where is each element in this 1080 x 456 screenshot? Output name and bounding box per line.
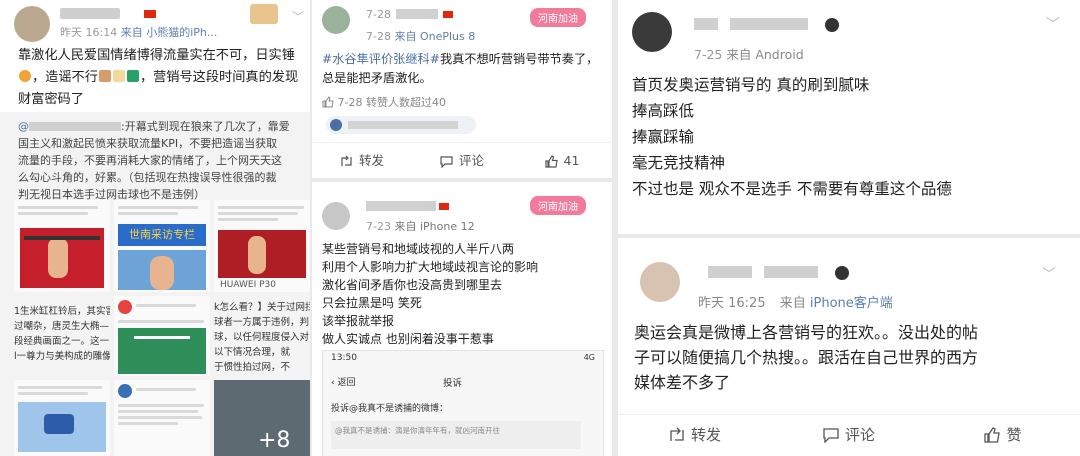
tile-caption: HUAWEI P30	[220, 280, 276, 290]
quoted-post[interactable]: @:开幕式到现在狼来了几次了，靠爱 国主义和激起民愤来获取流量KPI，不要把造谣…	[0, 112, 310, 456]
post-source[interactable]: iPhone客户端	[810, 296, 893, 311]
location-icon	[330, 119, 342, 131]
emoji-icon	[112, 70, 125, 82]
post-time: 7-28	[366, 8, 391, 21]
post-source-line: 7-23 来自 iPhone 12	[366, 218, 475, 234]
badge: 河南加油	[530, 8, 586, 27]
post-meta: 7-28	[366, 8, 454, 21]
location-chip[interactable]	[326, 116, 476, 134]
like-icon	[322, 96, 334, 108]
post-text: 首页发奥运营销号的 真的刷到腻味 捧高踩低 捧赢踩输 毫无竞技精神 不过也是 观…	[632, 76, 952, 198]
post-text-line: ，造谣不行 ，营销号这段时间真的发现	[18, 67, 308, 89]
post-card-3: 7-23 来自 iPhone 12 河南加油 某些营销号和地域歧视的人半斤八两 …	[312, 182, 612, 456]
phone-status: 4G	[583, 353, 595, 362]
phone-title: 投诉	[443, 378, 463, 389]
like-button[interactable]: 赞	[926, 415, 1080, 455]
post-source-line: 7-25 来自 Android	[694, 44, 804, 63]
post-meta	[366, 200, 449, 213]
post-meta	[694, 18, 839, 33]
image-tile[interactable]: HUAWEI P30	[214, 200, 310, 292]
post-meta	[708, 266, 849, 281]
chevron-down-icon[interactable]: ﹀	[1046, 14, 1060, 34]
post-card-1: 昨天 16:14 来自 小熊猫的iPh... ﹀ 靠激化人民爱国情绪博得流量实在…	[0, 0, 310, 456]
more-images-count: +8	[258, 428, 291, 453]
emoji-icon	[250, 4, 278, 24]
image-tile[interactable]	[114, 380, 210, 456]
post-source[interactable]: 来自 Android	[726, 47, 803, 62]
post-source-line: 昨天 16:25 来自 iPhone客户端	[698, 296, 893, 311]
repost-button[interactable]: 转发	[618, 415, 772, 455]
hashtag-link[interactable]: #水谷隼评价张继科#	[322, 52, 440, 66]
phone-complaint: 投诉@我真不是诱捕的微博：	[331, 404, 449, 414]
phone-back-button: ‹ 返回	[331, 378, 356, 388]
phone-snippet: @我真不是诱捕：演是你演年年有，就凶河南开往	[335, 426, 500, 435]
post-time: 7-25	[694, 47, 723, 62]
post-text-line: 财富密码了	[18, 92, 84, 107]
repost-icon	[341, 155, 352, 166]
post-time-2: 7-28	[366, 30, 391, 43]
flag-icon	[439, 203, 449, 210]
avatar[interactable]	[322, 202, 350, 230]
avatar[interactable]	[632, 12, 672, 52]
quoted-text: @:开幕式到现在狼来了几次了，靠爱 国主义和激起民愤来获取流量KPI，不要把造谣…	[18, 120, 290, 201]
comment-icon	[440, 156, 453, 169]
emoji-icon	[825, 18, 839, 32]
image-tile-more[interactable]: +8	[214, 380, 310, 456]
image-tile[interactable]: 1生米缸杠铃后，其实害 过嘲杂，唐灵生大椭— 段经典画面之一。这一 l一尊力与美…	[14, 296, 110, 376]
flag-icon	[443, 11, 454, 18]
emoji-icon	[19, 70, 31, 82]
image-tile[interactable]	[114, 296, 210, 376]
emoji-icon	[835, 266, 849, 280]
post-text: #水谷隼评价张继科#我真不想听营销号带节奏了， 总是能把矛盾激化。	[322, 52, 599, 85]
comment-button[interactable]: 评论	[412, 143, 512, 178]
like-icon	[984, 427, 1001, 443]
chevron-down-icon[interactable]: ﹀	[292, 8, 304, 25]
repost-icon	[670, 427, 684, 441]
mention-link[interactable]: @	[18, 120, 29, 133]
post-source[interactable]: 来自 小熊猫的iPh...	[121, 26, 218, 39]
action-bar: 转发 评论 41	[312, 142, 612, 178]
post-text: 靠激化人民爱国情绪博得流量实在不可，日实锤 ，造谣不行 ，营销号这段时间真的发现 …	[18, 45, 308, 111]
post-meta: 昨天 16:14 来自 小熊猫的iPh...	[60, 24, 217, 40]
screenshot-image[interactable]: 13:50 4G ‹ 返回 投诉 投诉@我真不是诱捕的微博： @我真不是诱捕：演…	[322, 350, 604, 456]
avatar[interactable]	[640, 262, 680, 302]
emoji-icon	[98, 70, 111, 82]
repost-button[interactable]: 转发	[312, 143, 412, 178]
comment-button[interactable]: 评论	[772, 415, 926, 455]
like-note: 7-28 转赞人数超过40	[322, 94, 446, 110]
avatar[interactable]	[322, 6, 350, 34]
post-time: 昨天 16:25	[698, 296, 766, 311]
image-tile[interactable]: k怎么看？】关于过网拦截 球者一方属于违例，判 球，以任何程度侵入对 以下情况合…	[214, 296, 310, 376]
post-time: 7-23	[366, 220, 391, 233]
post-card-2: 7-28 7-28 来自 OnePlus 8 河南加油 #水谷隼评价张继科#我真…	[312, 0, 612, 178]
post-card-4: 7-25 来自 Android ﹀ 首页发奥运营销号的 真的刷到腻味 捧高踩低 …	[618, 0, 1080, 234]
phone-clock: 13:50	[331, 353, 357, 363]
like-icon	[544, 155, 558, 168]
post-source-line: 7-28 来自 OnePlus 8	[366, 28, 475, 44]
avatar[interactable]	[14, 6, 50, 42]
image-grid: 世南采访专栏 HUAWEI P30 1生米缸杠铃后，其实害 过嘲杂，唐灵生大椭—…	[14, 200, 310, 456]
badge: 河南加油	[530, 196, 586, 215]
chevron-down-icon[interactable]: ﹀	[1042, 264, 1056, 284]
post-card-5: 昨天 16:25 来自 iPhone客户端 ﹀ 奥运会真是微博上各营销号的狂欢。…	[618, 238, 1080, 456]
username-redacted[interactable]	[60, 8, 120, 19]
post-text: 某些营销号和地域歧视的人半斤八两 利用个人影响力扩大地域歧视言论的影响 激化省间…	[322, 242, 539, 346]
flag-icon	[144, 10, 156, 18]
tile-banner: 世南采访专栏	[118, 224, 206, 246]
image-tile[interactable]	[14, 380, 110, 456]
emoji-icon	[126, 70, 139, 82]
post-text: 奥运会真是微博上各营销号的狂欢。。没出处的帖 子可以随便搞几个热搜。。跟活在自己…	[634, 323, 979, 392]
like-button[interactable]: 41	[512, 143, 612, 178]
post-source[interactable]: 来自 iPhone 12	[394, 220, 474, 233]
post-text-line: 靠激化人民爱国情绪博得流量实在不可，日实锤	[18, 48, 295, 63]
post-source[interactable]: 来自 OnePlus 8	[394, 30, 475, 43]
comment-icon	[823, 428, 839, 444]
image-tile[interactable]: 世南采访专栏	[114, 200, 210, 292]
action-bar: 转发 评论 赞	[618, 414, 1080, 455]
post-time: 昨天 16:14	[60, 26, 118, 39]
image-tile[interactable]	[14, 200, 110, 292]
